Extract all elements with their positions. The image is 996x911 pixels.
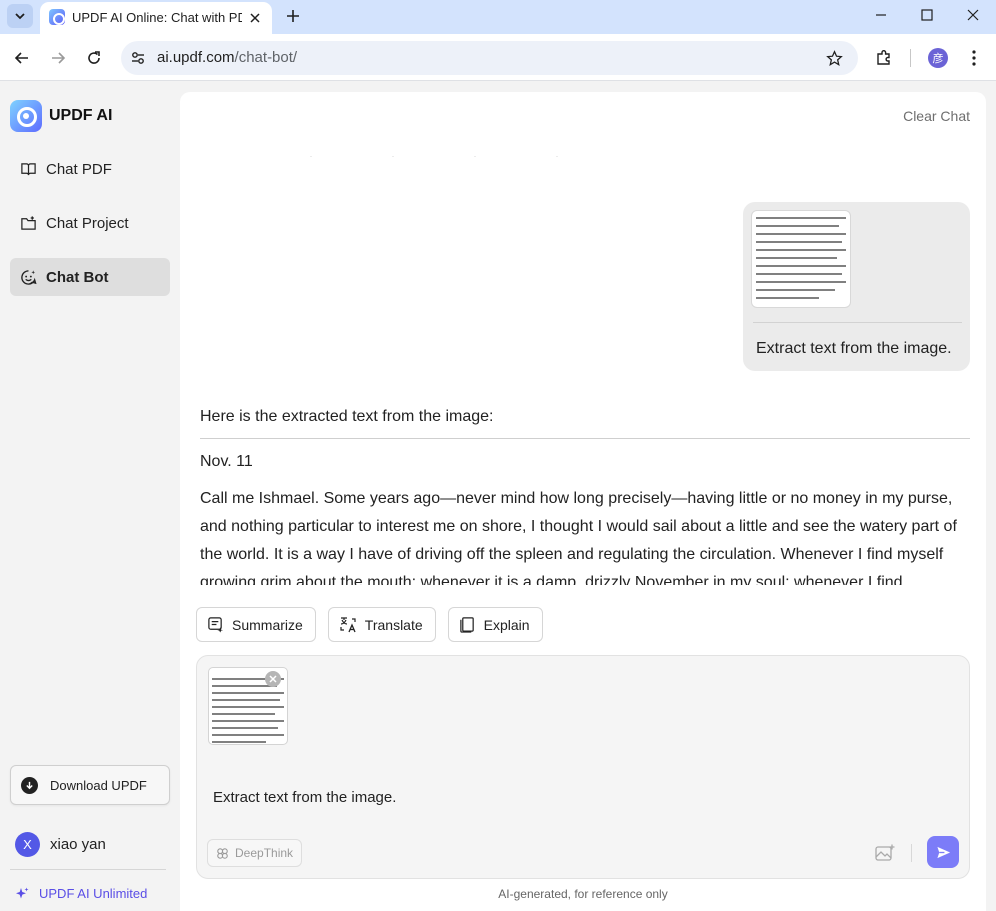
user-profile[interactable]: X xiao yan: [15, 832, 106, 857]
user-message-text: Extract text from the image.: [756, 340, 952, 357]
more-vertical-icon: [972, 50, 976, 66]
send-icon: [936, 846, 950, 858]
minimize-button[interactable]: [858, 0, 904, 30]
url-path: /chat-bot/: [234, 49, 298, 66]
brand[interactable]: UPDF AI: [10, 100, 112, 132]
site-info-icon[interactable]: [129, 49, 147, 67]
minimize-icon: [876, 14, 886, 16]
browser-toolbar: ai.updf.com/chat-bot/ 彦: [0, 34, 996, 81]
back-button[interactable]: [9, 45, 35, 71]
brand-name: UPDF AI: [49, 107, 113, 124]
summarize-button[interactable]: Summarize: [196, 607, 316, 642]
bookmark-star-button[interactable]: [824, 48, 844, 68]
chevron-down-icon: [15, 13, 25, 20]
summarize-label: Summarize: [232, 616, 303, 633]
browser-tab[interactable]: UPDF AI Online: Chat with PDF: [40, 2, 272, 34]
plus-icon: [287, 10, 299, 22]
sidebar-item-label: Chat PDF: [46, 160, 112, 178]
message-composer: DeepThink: [196, 655, 970, 879]
scroll-fade-artifact: ····: [310, 154, 638, 160]
quick-actions: Summarize Translate Explain: [196, 607, 555, 642]
toolbar-separator: [910, 49, 911, 67]
ai-response-intro: Here is the extracted text from the imag…: [200, 408, 494, 425]
sidebar-item-label: Chat Project: [46, 214, 129, 232]
summarize-icon: [208, 617, 224, 633]
sparkle-icon: [16, 887, 29, 898]
profile-avatar[interactable]: 彦: [928, 48, 948, 68]
close-icon: [269, 675, 277, 683]
clear-chat-button[interactable]: Clear Chat: [903, 108, 970, 124]
ai-response-body: Call me Ishmael. Some years ago—never mi…: [200, 490, 957, 585]
tab-search-button[interactable]: [7, 4, 33, 28]
user-name: xiao yan: [50, 836, 106, 853]
send-button[interactable]: [927, 836, 959, 868]
translate-icon: [340, 616, 356, 632]
explain-icon: [459, 617, 474, 633]
explain-label: Explain: [483, 616, 530, 633]
attached-image-thumbnail[interactable]: [751, 210, 851, 308]
translate-label: Translate: [364, 616, 423, 633]
reload-button[interactable]: [81, 45, 107, 71]
sidebar-item-chat-pdf[interactable]: Chat PDF: [10, 150, 170, 188]
star-icon: [825, 49, 843, 66]
updf-logo-icon: [10, 100, 42, 132]
upgrade-unlimited-link[interactable]: UPDF AI Unlimited: [15, 886, 147, 901]
address-bar[interactable]: ai.updf.com/chat-bot/: [121, 41, 858, 75]
bot-icon: [21, 269, 37, 285]
browser-menu-button[interactable]: [961, 45, 987, 71]
tab-close-button[interactable]: [246, 9, 264, 27]
composer-separator: [911, 844, 912, 862]
download-icon: [21, 776, 38, 794]
prompt-input[interactable]: [213, 789, 953, 806]
tab-title: UPDF AI Online: Chat with PDF: [72, 10, 242, 25]
deepthink-icon: [217, 847, 228, 859]
maximize-button[interactable]: [904, 0, 950, 30]
chat-panel: Clear Chat ···· Extract text from the im…: [180, 92, 986, 911]
close-icon: [967, 9, 979, 21]
unlimited-label: UPDF AI Unlimited: [39, 886, 148, 901]
sidebar: UPDF AI Chat PDF Chat Project Chat Bot D…: [0, 81, 180, 911]
maximize-icon: [921, 9, 933, 21]
puzzle-icon: [877, 50, 890, 65]
sidebar-item-chat-bot[interactable]: Chat Bot: [10, 258, 170, 296]
book-icon: [21, 162, 36, 175]
ai-disclaimer: AI-generated, for reference only: [498, 887, 668, 901]
tune-icon: [132, 52, 144, 64]
download-updf-button[interactable]: Download UPDF: [10, 765, 170, 805]
browser-tab-bar: UPDF AI Online: Chat with PDF: [0, 0, 996, 34]
sidebar-divider: [10, 869, 166, 870]
translate-button[interactable]: Translate: [327, 607, 436, 642]
explain-button[interactable]: Explain: [447, 607, 543, 642]
avatar: X: [15, 832, 40, 857]
user-message-bubble: Extract text from the image.: [743, 202, 970, 371]
ai-response-date: Nov. 11: [200, 453, 253, 470]
remove-attachment-button[interactable]: [265, 671, 281, 687]
updf-favicon-icon: [49, 9, 65, 25]
ai-response-divider: [200, 438, 970, 439]
arrow-left-icon: [14, 52, 28, 64]
sidebar-item-chat-project[interactable]: Chat Project: [10, 204, 170, 242]
extensions-button[interactable]: [871, 45, 897, 71]
message-divider: [753, 322, 962, 323]
url-host: ai.updf.com: [157, 49, 235, 66]
reload-icon: [88, 51, 100, 64]
deepthink-label: DeepThink: [235, 846, 294, 860]
close-icon: [250, 13, 260, 23]
url-text: ai.updf.com/chat-bot/: [157, 49, 297, 66]
image-upload-button[interactable]: [873, 841, 897, 865]
deepthink-toggle[interactable]: DeepThink: [207, 839, 303, 867]
folder-icon: [21, 215, 36, 230]
new-tab-button[interactable]: [282, 5, 304, 27]
window-close-button[interactable]: [950, 0, 996, 30]
download-label: Download UPDF: [50, 777, 147, 793]
image-add-icon: [875, 844, 895, 861]
arrow-right-icon: [52, 52, 66, 64]
sidebar-item-label: Chat Bot: [46, 268, 109, 286]
forward-button[interactable]: [45, 45, 71, 71]
